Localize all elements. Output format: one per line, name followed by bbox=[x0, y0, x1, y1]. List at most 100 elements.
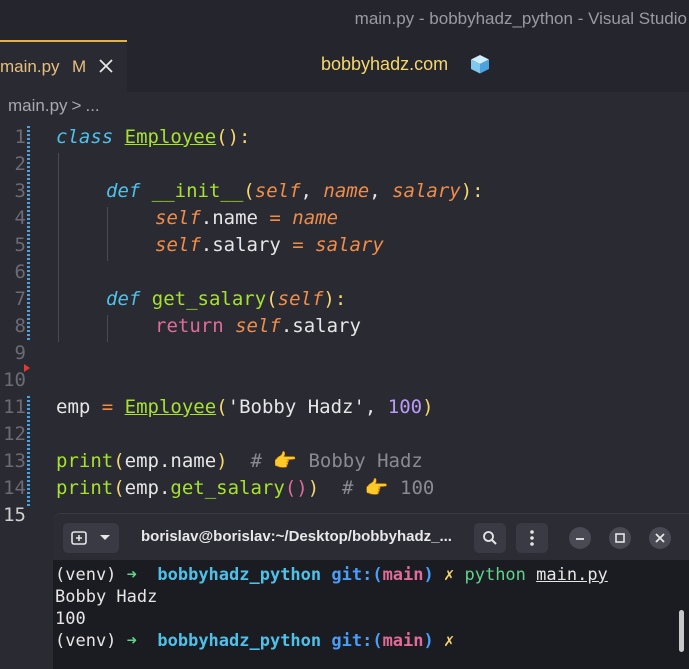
line-number: 5 bbox=[14, 234, 26, 256]
operator: = bbox=[257, 207, 293, 229]
keyword: def bbox=[106, 180, 141, 202]
code-line-7: def get_salary(self): bbox=[106, 286, 346, 313]
keyword: class bbox=[56, 126, 114, 148]
new-tab-button[interactable] bbox=[63, 523, 119, 553]
punctuation: , bbox=[369, 180, 393, 202]
parameter: salary bbox=[392, 180, 461, 202]
terminal-output-line: 100 bbox=[55, 609, 86, 629]
terminal-output[interactable]: (venv) ➜ bobbyhadz_python git:(main) ✗ p… bbox=[55, 564, 608, 652]
punctuation: ( bbox=[113, 477, 125, 499]
directory-name: bobbyhadz_python bbox=[136, 565, 322, 585]
maximize-icon bbox=[615, 533, 625, 543]
function-name: get_salary bbox=[151, 288, 267, 310]
command-file-link[interactable]: main.py bbox=[536, 565, 608, 585]
class-name: Employee bbox=[124, 396, 217, 418]
search-button[interactable] bbox=[474, 523, 506, 553]
git-label: git:( bbox=[321, 631, 383, 651]
kebab-menu-icon bbox=[530, 530, 534, 546]
breadcrumb-more[interactable]: ... bbox=[85, 96, 99, 115]
minimize-icon bbox=[576, 538, 584, 540]
chevron-down-icon bbox=[100, 535, 110, 540]
code-line-4: self.name = name bbox=[155, 205, 338, 232]
line-number: 7 bbox=[14, 288, 26, 310]
code-line-11: emp = Employee('Bobby Hadz', 100) bbox=[56, 394, 434, 421]
terminal-scrollbar[interactable] bbox=[679, 610, 684, 652]
line-number: 13 bbox=[3, 450, 26, 472]
tab-main-py[interactable]: main.py M bbox=[0, 40, 127, 92]
window-title: main.py - bobbyhadz_python - Visual Stud… bbox=[354, 9, 687, 28]
maximize-button[interactable] bbox=[609, 527, 631, 549]
comment: # 👉 Bobby Hadz bbox=[227, 450, 423, 472]
value: name bbox=[292, 207, 339, 229]
venv-label: (venv) bbox=[55, 631, 127, 651]
punctuation: () bbox=[284, 477, 308, 499]
punctuation: ( bbox=[113, 450, 125, 472]
attribute: .salary bbox=[200, 234, 281, 256]
git-branch: main bbox=[382, 565, 424, 585]
parameter: self bbox=[277, 288, 324, 310]
close-icon bbox=[655, 533, 665, 543]
breadcrumb: main.py >... bbox=[8, 96, 104, 116]
value: salary bbox=[315, 234, 384, 256]
self-ref: self bbox=[155, 207, 201, 229]
line-number: 12 bbox=[3, 423, 26, 445]
code-editor[interactable]: 1 2 3 4 5 6 7 8 9 10 11 12 13 14 15 clas… bbox=[0, 120, 689, 526]
title-bar: main.py - bobbyhadz_python - Visual Stud… bbox=[0, 0, 689, 40]
line-number: 11 bbox=[3, 396, 26, 418]
terminal-prompt-line: (venv) ➜ bobbyhadz_python git:(main) ✗ bbox=[55, 630, 608, 652]
close-icon[interactable] bbox=[97, 56, 115, 76]
search-icon bbox=[483, 531, 497, 545]
git-change-indicator[interactable] bbox=[27, 396, 30, 506]
breadcrumb-file[interactable]: main.py bbox=[8, 96, 68, 115]
punctuation: ( bbox=[266, 288, 278, 310]
punctuation: , bbox=[364, 396, 388, 418]
minimize-button[interactable] bbox=[569, 527, 591, 549]
punctuation: ): bbox=[460, 180, 484, 202]
line-number: 15 bbox=[3, 504, 26, 526]
tab-label: main.py bbox=[0, 57, 60, 76]
argument: emp. bbox=[124, 477, 171, 499]
terminal-window[interactable]: borislav@borislav:~/Desktop/bobbyhadz_..… bbox=[53, 514, 689, 669]
indent-guide bbox=[107, 315, 108, 342]
git-label-close: ) bbox=[423, 565, 434, 585]
dirty-indicator: ✗ bbox=[433, 631, 455, 651]
new-tab-icon bbox=[71, 531, 87, 545]
code-line-8: return self.salary bbox=[155, 313, 361, 340]
punctuation: ( bbox=[216, 396, 228, 418]
line-number: 6 bbox=[14, 261, 26, 283]
code-line-1: class Employee(): bbox=[56, 124, 251, 151]
tab-bar: main.py M bobbyhadz.com bbox=[0, 40, 689, 92]
indent-guide bbox=[58, 153, 59, 342]
venv-label: (venv) bbox=[55, 565, 127, 585]
code-line-14: print(emp.get_salary()) # 👉 100 bbox=[56, 475, 434, 502]
terminal-header: borislav@borislav:~/Desktop/bobbyhadz_..… bbox=[53, 514, 689, 560]
function-name: __init__ bbox=[151, 180, 244, 202]
git-change-indicator[interactable] bbox=[27, 126, 30, 342]
punctuation: ( bbox=[243, 180, 255, 202]
line-number: 1 bbox=[14, 126, 26, 148]
function-name: print bbox=[56, 477, 114, 499]
close-terminal-button[interactable] bbox=[649, 527, 671, 549]
git-label: git:( bbox=[321, 565, 383, 585]
argument: emp.name bbox=[124, 450, 217, 472]
line-number: 3 bbox=[14, 180, 26, 202]
number-literal: 100 bbox=[387, 396, 423, 418]
punctuation: ) bbox=[422, 396, 434, 418]
git-branch: main bbox=[382, 631, 424, 651]
string-literal: 'Bobby Hadz' bbox=[227, 396, 365, 418]
keyword: return bbox=[155, 315, 224, 337]
directory-name: bobbyhadz_python bbox=[136, 631, 322, 651]
code-line-5: self.salary = salary bbox=[155, 232, 384, 259]
punctuation: (): bbox=[216, 126, 251, 148]
class-name: Employee bbox=[124, 126, 217, 148]
terminal-prompt-line: (venv) ➜ bobbyhadz_python git:(main) ✗ p… bbox=[55, 564, 608, 586]
self-ref: self bbox=[155, 234, 201, 256]
line-number: 14 bbox=[3, 477, 26, 499]
menu-button[interactable] bbox=[516, 523, 548, 553]
code-line-13: print(emp.name) # 👉 Bobby Hadz bbox=[56, 448, 423, 475]
operator: = bbox=[280, 234, 316, 256]
prompt-arrow: ➜ bbox=[126, 631, 137, 651]
deletion-marker-icon[interactable] bbox=[24, 364, 30, 372]
attribute: .name bbox=[200, 207, 258, 229]
line-number: 2 bbox=[14, 153, 26, 175]
